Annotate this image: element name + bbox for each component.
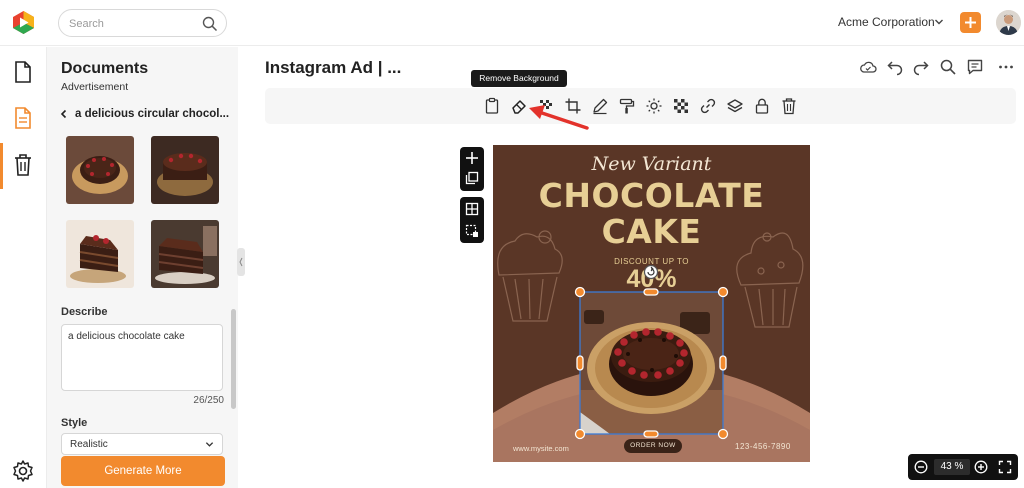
- search-input[interactable]: [69, 16, 199, 32]
- panel-scrollbar[interactable]: [231, 309, 236, 409]
- brightness-icon[interactable]: [645, 97, 663, 115]
- grid-select-group: [460, 197, 484, 243]
- cake-image-icon: [151, 136, 219, 204]
- cake-slice-image-icon: [66, 220, 134, 288]
- search-box[interactable]: [58, 9, 227, 37]
- zoom-in-icon[interactable]: [974, 460, 988, 474]
- image-thumbnail[interactable]: [151, 136, 219, 204]
- trash-icon[interactable]: [780, 97, 798, 115]
- file-icon: [15, 61, 31, 83]
- left-rail: [0, 47, 47, 488]
- ad-headline-line-1[interactable]: CHOCOLATE: [493, 176, 810, 215]
- character-counter: 26/250: [193, 395, 224, 406]
- document-title[interactable]: Instagram Ad | ...: [265, 58, 401, 78]
- user-avatar[interactable]: [996, 10, 1021, 35]
- cake-image-icon: [66, 136, 134, 204]
- selection-frame[interactable]: [573, 284, 730, 442]
- image-thumbnail[interactable]: [151, 220, 219, 288]
- describe-input[interactable]: a delicious chocolate cake: [68, 331, 216, 381]
- panel-collapse-handle[interactable]: [237, 248, 245, 276]
- document-icon: [15, 107, 31, 129]
- user-portrait-icon: [996, 10, 1021, 35]
- rotate-handle-icon[interactable]: [643, 264, 659, 282]
- zoom-out-icon[interactable]: [914, 460, 928, 474]
- cake-slice-image-icon: [151, 220, 219, 288]
- style-select[interactable]: Realistic: [61, 433, 223, 455]
- style-label: Style: [61, 417, 88, 429]
- grid-icon[interactable]: [465, 202, 479, 216]
- pointer-arrow-icon: [529, 105, 589, 130]
- documents-panel: Documents Advertisement a delicious circ…: [47, 47, 238, 488]
- ad-phone[interactable]: 123-456-7890: [735, 442, 791, 451]
- pen-icon[interactable]: [591, 97, 609, 115]
- pattern-icon[interactable]: [672, 97, 690, 115]
- chevron-down-icon: [205, 442, 214, 447]
- ad-headline-line-2[interactable]: CAKE: [493, 212, 810, 251]
- rail-item-new-document[interactable]: [0, 53, 47, 89]
- layers-icon[interactable]: [726, 97, 744, 115]
- describe-field[interactable]: a delicious chocolate cake: [61, 324, 223, 391]
- image-thumbnail[interactable]: [66, 220, 134, 288]
- cloud-icon[interactable]: [859, 58, 877, 76]
- gear-icon[interactable]: [11, 459, 35, 483]
- search-icon[interactable]: [939, 58, 957, 76]
- link-icon[interactable]: [699, 97, 717, 115]
- generate-more-button[interactable]: Generate More: [61, 456, 225, 486]
- paint-roller-icon[interactable]: [618, 97, 636, 115]
- rail-item-trash[interactable]: [0, 146, 47, 182]
- chevron-down-icon[interactable]: [934, 17, 944, 27]
- style-select-value: Realistic: [70, 439, 108, 450]
- image-toolbar: [265, 88, 1016, 124]
- duplicate-icon[interactable]: [465, 171, 479, 185]
- trash-icon: [15, 154, 31, 176]
- redo-icon[interactable]: [912, 58, 930, 76]
- top-bar: Acme Corporation: [0, 0, 1024, 46]
- image-thumbnail[interactable]: [66, 136, 134, 204]
- add-duplicate-group: [460, 147, 484, 191]
- back-link[interactable]: a delicious circular chocol...: [59, 107, 229, 123]
- ad-website[interactable]: www.mysite.com: [513, 444, 569, 453]
- rail-item-documents[interactable]: [0, 99, 47, 135]
- more-icon[interactable]: [997, 58, 1015, 76]
- remove-background-tooltip: Remove Background: [471, 70, 567, 87]
- comment-icon[interactable]: [966, 58, 984, 76]
- panel-title: Documents: [61, 60, 149, 77]
- describe-label: Describe: [61, 306, 108, 318]
- plus-icon[interactable]: [464, 150, 480, 166]
- ad-script-heading[interactable]: New Variant: [493, 153, 810, 175]
- undo-icon[interactable]: [886, 58, 904, 76]
- plus-icon: [965, 17, 976, 28]
- fullscreen-icon[interactable]: [998, 460, 1012, 474]
- zoom-control: 43 %: [908, 454, 1018, 480]
- panel-subtitle: Advertisement: [61, 81, 129, 93]
- chevron-left-icon[interactable]: [59, 109, 69, 119]
- zoom-level[interactable]: 43 %: [934, 459, 970, 475]
- chevron-left-icon: [239, 257, 243, 267]
- select-area-icon[interactable]: [465, 224, 479, 238]
- create-new-button[interactable]: [960, 12, 981, 33]
- back-link-label[interactable]: a delicious circular chocol...: [75, 108, 229, 120]
- app-logo-icon[interactable]: [11, 10, 36, 35]
- clipboard-icon[interactable]: [483, 97, 501, 115]
- search-icon[interactable]: [202, 16, 218, 32]
- organization-name[interactable]: Acme Corporation: [838, 15, 935, 29]
- lock-icon[interactable]: [753, 97, 771, 115]
